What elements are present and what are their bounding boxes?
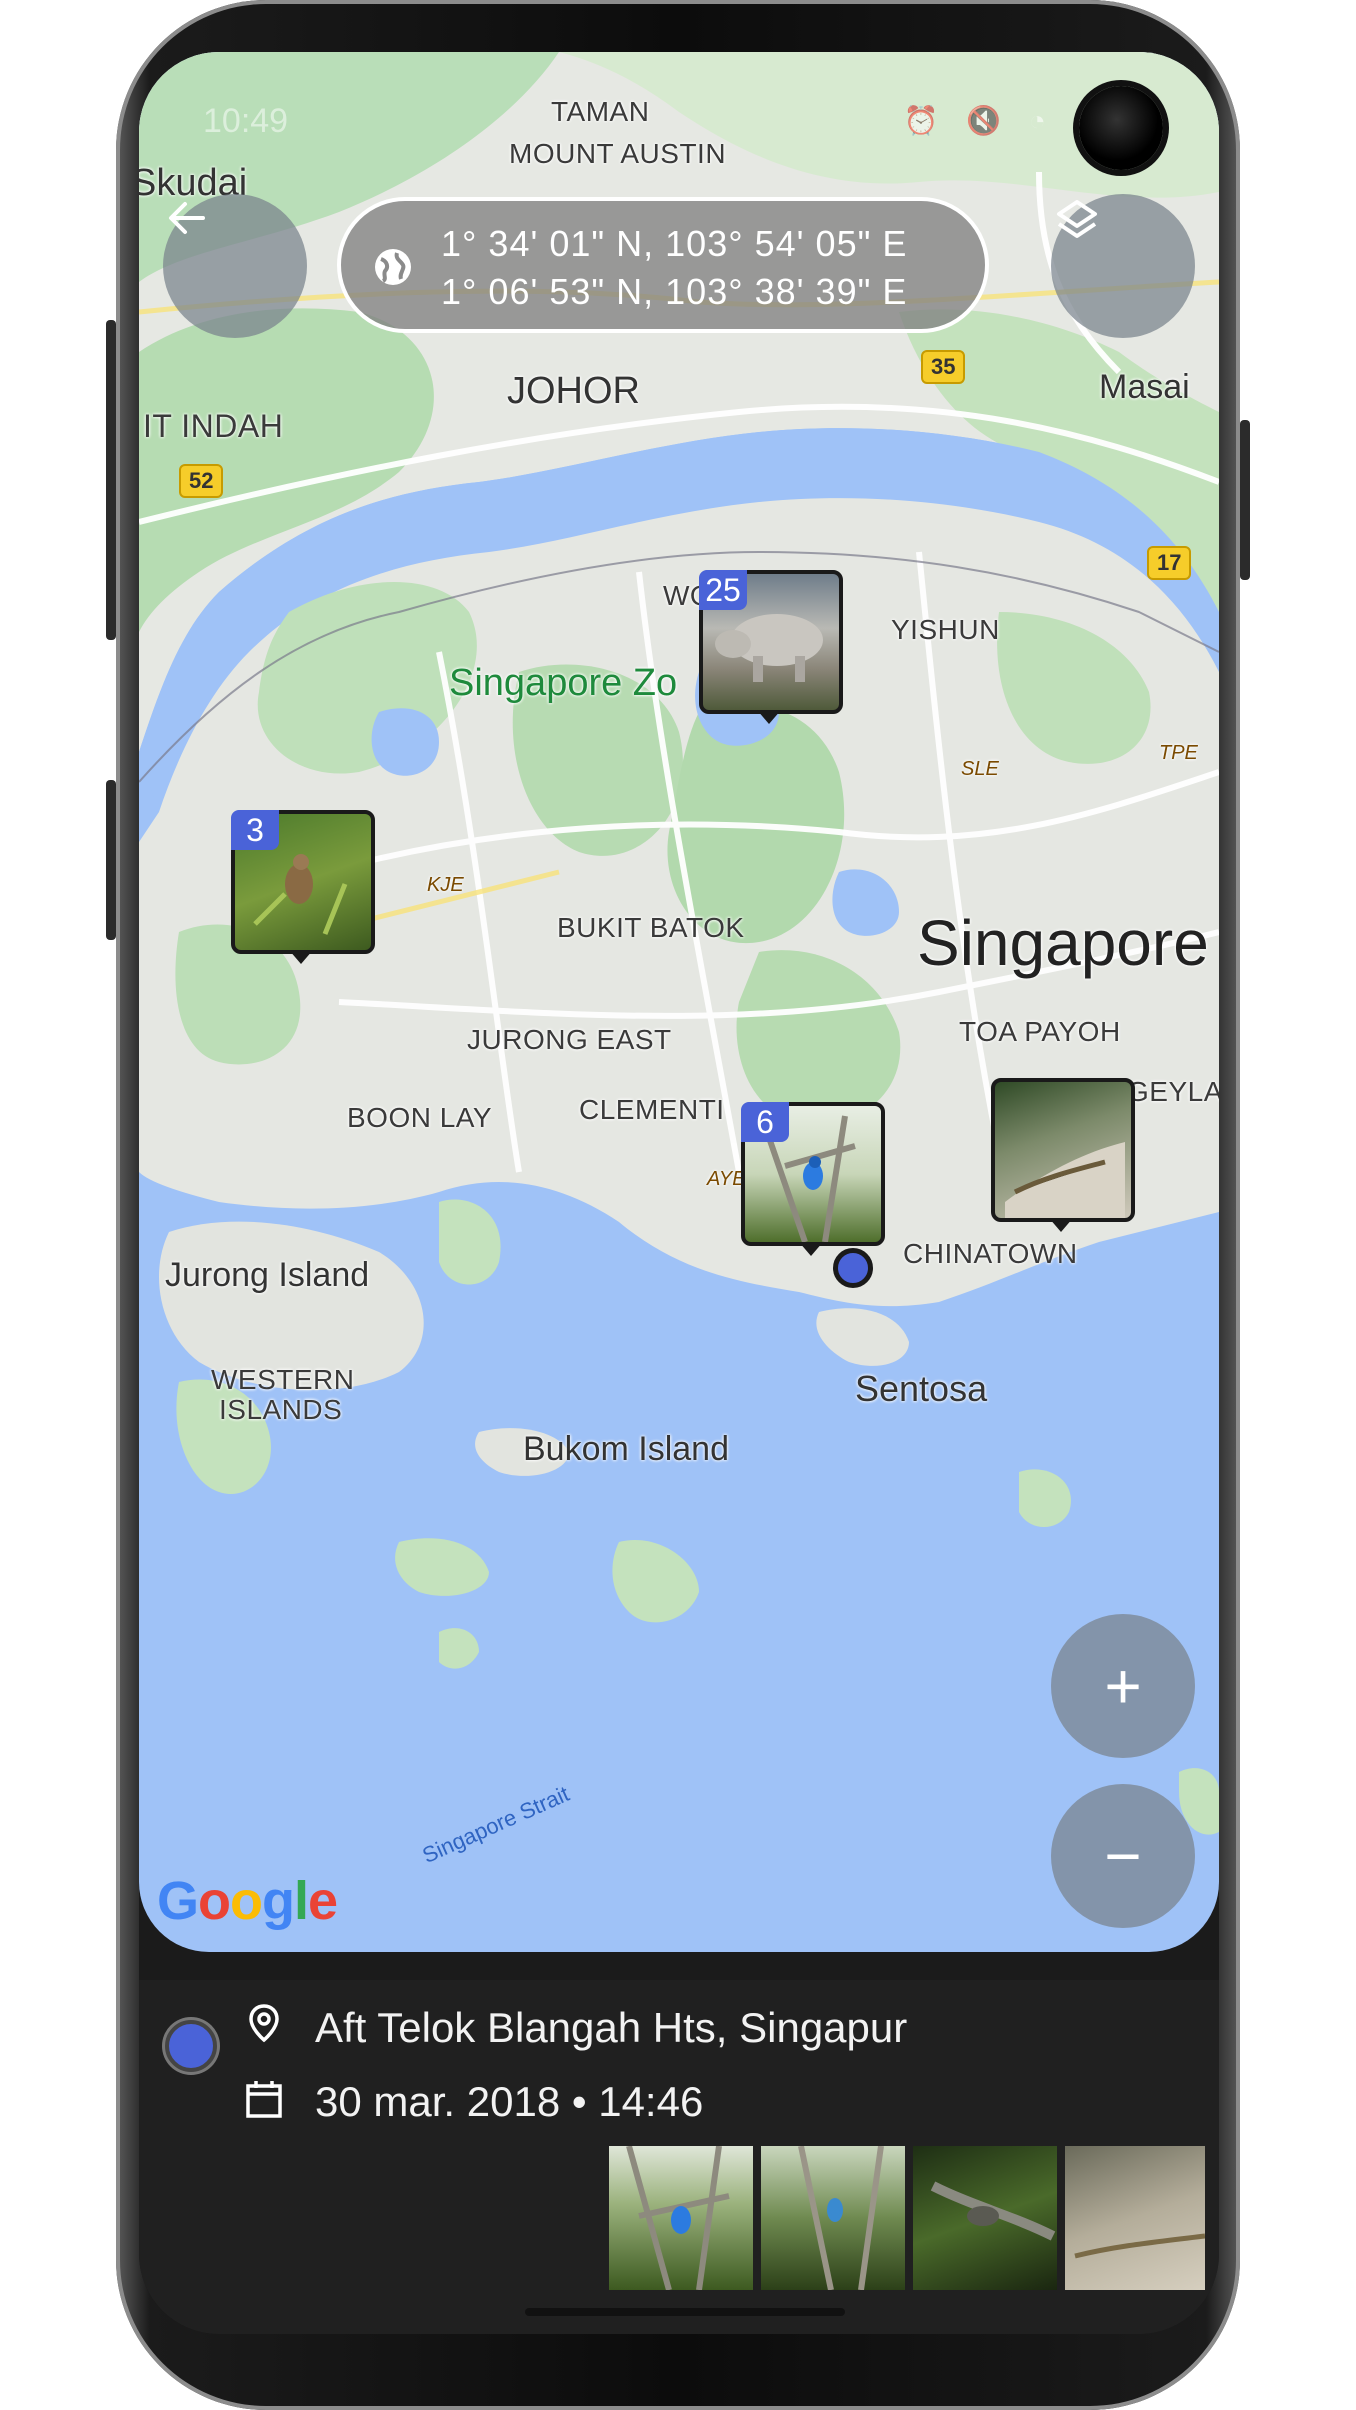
map-label: Singapore Zo bbox=[449, 662, 678, 704]
coordinates-sw: 1° 06' 53" N, 103° 38' 39" E bbox=[441, 271, 908, 312]
phone-side-button bbox=[1240, 420, 1250, 580]
globe-icon bbox=[375, 249, 411, 285]
map-label: BUKIT BATOK bbox=[557, 912, 745, 943]
map-label: Bukom Island bbox=[523, 1430, 729, 1468]
date-text: 30 mar. 2018 • 14:46 bbox=[315, 2078, 704, 2125]
marker-count: 3 bbox=[231, 810, 279, 850]
phone-screen: TAMAN MOUNT AUSTIN Skudai JOHOR Masai IT… bbox=[139, 52, 1219, 2334]
location-text: Aft Telok Blangah Hts, Singapur bbox=[315, 2004, 908, 2051]
highway-shield: 17 bbox=[1147, 546, 1192, 580]
phone-side-button bbox=[106, 780, 116, 940]
map-label: TOA PAYOH bbox=[959, 1016, 1121, 1047]
location-pin-icon bbox=[249, 2004, 279, 2043]
back-button[interactable] bbox=[163, 194, 307, 338]
map-label: Jurong Island bbox=[165, 1256, 370, 1294]
marker-thumbnail bbox=[991, 1078, 1135, 1222]
map-label: MOUNT AUSTIN bbox=[509, 138, 727, 169]
coordinates-ne: 1° 34' 01" N, 103° 54' 05" E bbox=[441, 223, 908, 264]
marker-pointer bbox=[757, 710, 781, 724]
photo-cluster-marker[interactable]: 6 bbox=[741, 1102, 885, 1256]
map-view[interactable]: TAMAN MOUNT AUSTIN Skudai JOHOR Masai IT… bbox=[139, 52, 1219, 1952]
map-label: SLE bbox=[961, 758, 999, 780]
photo-cluster-marker[interactable]: 25 bbox=[699, 570, 843, 724]
map-label: Singapore bbox=[917, 907, 1209, 979]
zoom-out-button[interactable]: − bbox=[1051, 1784, 1195, 1928]
map-label: KJE bbox=[427, 874, 464, 896]
photo-info-panel: Aft Telok Blangah Hts, Singapur 30 mar. … bbox=[139, 1980, 1219, 2334]
marker-count: 6 bbox=[741, 1102, 789, 1142]
calendar-icon bbox=[246, 2081, 282, 2118]
arrow-left-icon bbox=[169, 202, 205, 234]
map-label: YISHUN bbox=[891, 614, 1000, 645]
photo-thumbnail[interactable] bbox=[609, 2146, 753, 2290]
layers-button[interactable] bbox=[1051, 194, 1195, 338]
phone-side-button bbox=[106, 320, 116, 640]
photo-cluster-marker[interactable]: 3 bbox=[231, 810, 375, 964]
map-label: WESTERN bbox=[211, 1364, 355, 1395]
layers-icon bbox=[1057, 200, 1097, 238]
home-indicator bbox=[525, 2308, 845, 2316]
status-icons: ⏰ 🔇 ◔ ▮ bbox=[903, 105, 1099, 136]
map-label: Sentosa bbox=[855, 1368, 988, 1409]
map-label: CHINATOWN bbox=[903, 1238, 1078, 1269]
marker-pointer bbox=[1049, 1218, 1073, 1232]
map-label: Masai bbox=[1099, 368, 1190, 406]
map-label: GEYLAN bbox=[1127, 1076, 1219, 1107]
map-label: BOON LAY bbox=[347, 1102, 493, 1133]
location-indicator-dot bbox=[165, 2020, 217, 2072]
photo-thumbnail[interactable] bbox=[761, 2146, 905, 2290]
map-label: IT INDAH bbox=[143, 408, 284, 444]
marker-pointer bbox=[289, 950, 313, 964]
map-label: JURONG EAST bbox=[467, 1024, 672, 1055]
coordinates-pill: 1° 34' 01" N, 103° 54' 05" E 1° 06' 53" … bbox=[337, 197, 989, 333]
photo-thumbnail[interactable] bbox=[913, 2146, 1057, 2290]
map-label: AYE bbox=[707, 1168, 746, 1190]
selected-location-dot[interactable] bbox=[833, 1248, 873, 1288]
map-label: CLEMENTI bbox=[579, 1094, 725, 1125]
zoom-in-button[interactable]: + bbox=[1051, 1614, 1195, 1758]
google-logo: Google bbox=[157, 1871, 338, 1931]
photo-marker[interactable] bbox=[991, 1078, 1135, 1232]
map-label: ISLANDS bbox=[219, 1394, 343, 1425]
status-time: 10:49 bbox=[203, 102, 289, 140]
marker-count: 25 bbox=[699, 570, 747, 610]
marker-pointer bbox=[799, 1242, 823, 1256]
map-label: TAMAN bbox=[551, 96, 650, 127]
map-label: JOHOR bbox=[507, 370, 640, 412]
highway-shield: 52 bbox=[179, 464, 224, 498]
photo-thumbnail[interactable] bbox=[1065, 2146, 1205, 2290]
highway-shield: 35 bbox=[921, 350, 966, 384]
front-camera bbox=[1079, 86, 1163, 170]
map-label: TPE bbox=[1159, 742, 1198, 764]
